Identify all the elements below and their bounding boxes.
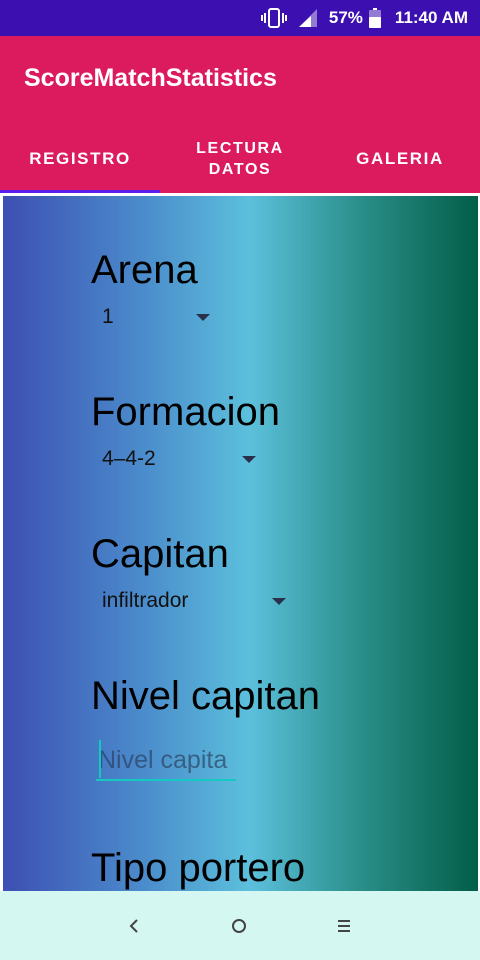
menu-icon: [338, 920, 350, 932]
formacion-value: 4–4-2: [102, 447, 156, 470]
capitan-spinner[interactable]: infiltrador: [102, 586, 292, 616]
signal-icon: [297, 8, 319, 28]
back-icon: [129, 919, 138, 933]
status-bar: 57% 11:40 AM: [0, 0, 480, 36]
battery-icon: [368, 8, 381, 28]
home-button[interactable]: [219, 911, 259, 941]
menu-button[interactable]: [324, 911, 364, 941]
navigation-bar: [0, 891, 480, 960]
formacion-label: Formacion: [91, 390, 280, 434]
tab-bar: REGISTRO LECTURA DATOS GALERIA: [0, 128, 480, 193]
clock: 11:40 AM: [394, 8, 468, 27]
home-icon: [232, 919, 246, 933]
capitan-label: Capitan: [91, 532, 229, 576]
arena-label: Arena: [91, 248, 198, 292]
vibrate-icon: [260, 7, 287, 29]
app-bar: ScoreMatchStatistics REGISTRO LECTURA DA…: [0, 36, 480, 193]
capitan-value: infiltrador: [102, 589, 189, 612]
dropdown-arrow-icon: [272, 598, 286, 605]
tab-indicator: [0, 190, 160, 193]
app-title: ScoreMatchStatistics: [24, 64, 277, 92]
tab-galeria[interactable]: GALERIA: [320, 128, 480, 190]
battery-percent: 57%: [328, 8, 363, 27]
dropdown-arrow-icon: [242, 456, 256, 463]
dropdown-arrow-icon: [196, 314, 210, 321]
form-scroll-area[interactable]: Arena 1 Formacion 4–4-2 Capitan infiltra…: [3, 196, 478, 891]
arena-value: 1: [102, 305, 114, 328]
arena-spinner[interactable]: 1: [102, 302, 222, 332]
tipo-portero-label: Tipo portero: [91, 846, 306, 890]
text-cursor: [99, 740, 101, 778]
formacion-spinner[interactable]: 4–4-2: [102, 444, 262, 474]
tab-lectura-datos[interactable]: LECTURA DATOS: [160, 128, 320, 190]
tab-registro[interactable]: REGISTRO: [0, 128, 160, 190]
back-button[interactable]: [114, 911, 154, 941]
nivel-capitan-input[interactable]: [96, 741, 236, 781]
nivel-capitan-label: Nivel capitan: [91, 674, 321, 718]
